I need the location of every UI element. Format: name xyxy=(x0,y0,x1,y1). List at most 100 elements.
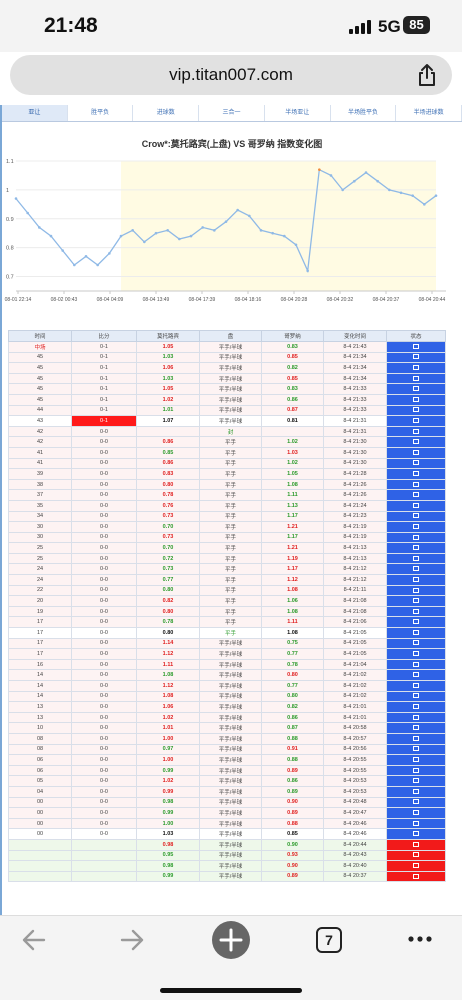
cell-change-time: 8-4 20:57 xyxy=(323,732,387,745)
cell-home-odds: 1.03 xyxy=(136,372,200,385)
status-badge[interactable] xyxy=(386,764,446,777)
plus-icon[interactable] xyxy=(211,920,251,960)
status-badge[interactable] xyxy=(386,732,446,745)
cell-score: 0-0 xyxy=(71,595,137,607)
chart-x-tick-label: 08-04 20:28 xyxy=(281,297,308,303)
cell-home-odds: 0.73 xyxy=(136,563,200,576)
url-text[interactable]: vip.titan007.com xyxy=(10,65,452,85)
status-badge[interactable] xyxy=(386,372,446,385)
cell-home-odds: 1.01 xyxy=(136,404,200,417)
status-badge[interactable] xyxy=(386,341,446,353)
status-badge[interactable] xyxy=(386,489,446,501)
status-box-icon xyxy=(413,831,419,837)
status-badge[interactable] xyxy=(386,563,446,576)
tab-1x2[interactable]: 胜平负 xyxy=(67,105,134,121)
status-badge[interactable] xyxy=(386,807,446,819)
cell-score: 0-0 xyxy=(71,510,137,523)
cell-handicap: 平手/半球 xyxy=(199,807,262,819)
status-badge[interactable] xyxy=(386,785,446,798)
cell-time: 42 xyxy=(8,436,72,448)
tab-half-handicap[interactable]: 半场亚让 xyxy=(264,105,331,121)
cell-change-time: 8-4 21:06 xyxy=(323,616,387,629)
cell-time: 08 xyxy=(8,743,72,756)
status-badge[interactable] xyxy=(386,701,446,713)
status-badge[interactable] xyxy=(386,478,446,491)
cell-away-odds: 0.80 xyxy=(261,669,324,681)
status-badge[interactable] xyxy=(386,499,446,512)
url-bar[interactable]: vip.titan007.com xyxy=(10,55,452,95)
status-badge[interactable] xyxy=(386,743,446,756)
status-badge[interactable] xyxy=(386,680,446,692)
more-icon[interactable] xyxy=(407,934,433,944)
tab-three-in-one[interactable]: 三合一 xyxy=(199,105,265,121)
status-badge[interactable] xyxy=(386,446,446,459)
status-badge[interactable] xyxy=(386,584,446,597)
status-badge[interactable] xyxy=(386,711,446,724)
cell-score: 0-0 xyxy=(71,446,137,459)
tab-half-1x2[interactable]: 半场胜平负 xyxy=(330,105,397,121)
status-badge[interactable] xyxy=(386,870,446,883)
forward-arrow-icon[interactable] xyxy=(118,926,146,954)
status-badge[interactable] xyxy=(386,828,446,840)
status-badge[interactable] xyxy=(386,605,446,618)
status-badge[interactable] xyxy=(386,393,446,406)
status-badge[interactable] xyxy=(386,817,446,830)
status-badge[interactable] xyxy=(386,362,446,374)
status-badge[interactable] xyxy=(386,436,446,448)
status-badge[interactable] xyxy=(386,796,446,809)
col-home: 莫托路宾 xyxy=(136,330,200,342)
cell-change-time: 8-4 21:30 xyxy=(323,446,387,459)
status-badge[interactable] xyxy=(386,658,446,671)
cell-score: 0-0 xyxy=(71,521,137,533)
chart-data-point xyxy=(26,211,29,215)
status-badge[interactable] xyxy=(386,521,446,533)
status-badge[interactable] xyxy=(386,425,446,438)
status-badge[interactable] xyxy=(386,722,446,734)
cell-away-odds: 1.11 xyxy=(261,616,324,629)
status-badge[interactable] xyxy=(386,838,446,851)
status-badge[interactable] xyxy=(386,860,446,872)
cell-away-odds: 0.85 xyxy=(261,828,324,840)
cell-handicap: 平手 xyxy=(199,563,262,576)
status-badge[interactable] xyxy=(386,415,446,427)
cell-away-odds: 0.77 xyxy=(261,648,324,660)
status-badge[interactable] xyxy=(386,351,446,364)
status-badge[interactable] xyxy=(386,404,446,417)
cell-time: 中场 xyxy=(8,341,72,353)
cell-home-odds: 0.86 xyxy=(136,457,200,470)
tab-half-goals[interactable]: 半场进球数 xyxy=(396,105,462,121)
back-arrow-icon[interactable] xyxy=(20,926,48,954)
status-badge[interactable] xyxy=(386,648,446,660)
status-badge[interactable] xyxy=(386,669,446,681)
table-row: 19 0-0 0.80 平手 1.08 8-4 21:08 xyxy=(8,605,446,618)
status-badge[interactable] xyxy=(386,637,446,650)
status-badge[interactable] xyxy=(386,849,446,862)
status-box-icon xyxy=(413,418,419,423)
cell-time xyxy=(8,849,72,862)
status-box-icon xyxy=(413,640,419,646)
tab-asian-handicap[interactable]: 亚让 xyxy=(2,105,68,121)
status-badge[interactable] xyxy=(386,542,446,554)
status-badge[interactable] xyxy=(386,574,446,586)
status-badge[interactable] xyxy=(386,552,446,565)
status-badge[interactable] xyxy=(386,531,446,544)
tab-goals[interactable]: 进球数 xyxy=(133,105,200,121)
cell-handicap: 平手/半球 xyxy=(199,362,262,374)
status-badge[interactable] xyxy=(386,383,446,395)
cell-change-time: 8-4 21:23 xyxy=(323,510,387,523)
share-icon[interactable] xyxy=(416,63,438,87)
status-badge[interactable] xyxy=(386,468,446,480)
status-badge[interactable] xyxy=(386,616,446,629)
status-badge[interactable] xyxy=(386,754,446,766)
table-row: 45 0-1 1.03 平手/半球 0.85 8-4 21:34 xyxy=(8,372,446,385)
cell-score: 0-0 xyxy=(71,754,137,766)
status-badge[interactable] xyxy=(386,510,446,523)
status-badge[interactable] xyxy=(386,627,446,639)
chart-data-point xyxy=(283,234,286,238)
cell-handicap: 平手 xyxy=(199,542,262,554)
status-badge[interactable] xyxy=(386,690,446,703)
tabs-icon[interactable]: 7 xyxy=(316,927,342,953)
status-badge[interactable] xyxy=(386,595,446,607)
status-badge[interactable] xyxy=(386,775,446,787)
status-badge[interactable] xyxy=(386,457,446,470)
